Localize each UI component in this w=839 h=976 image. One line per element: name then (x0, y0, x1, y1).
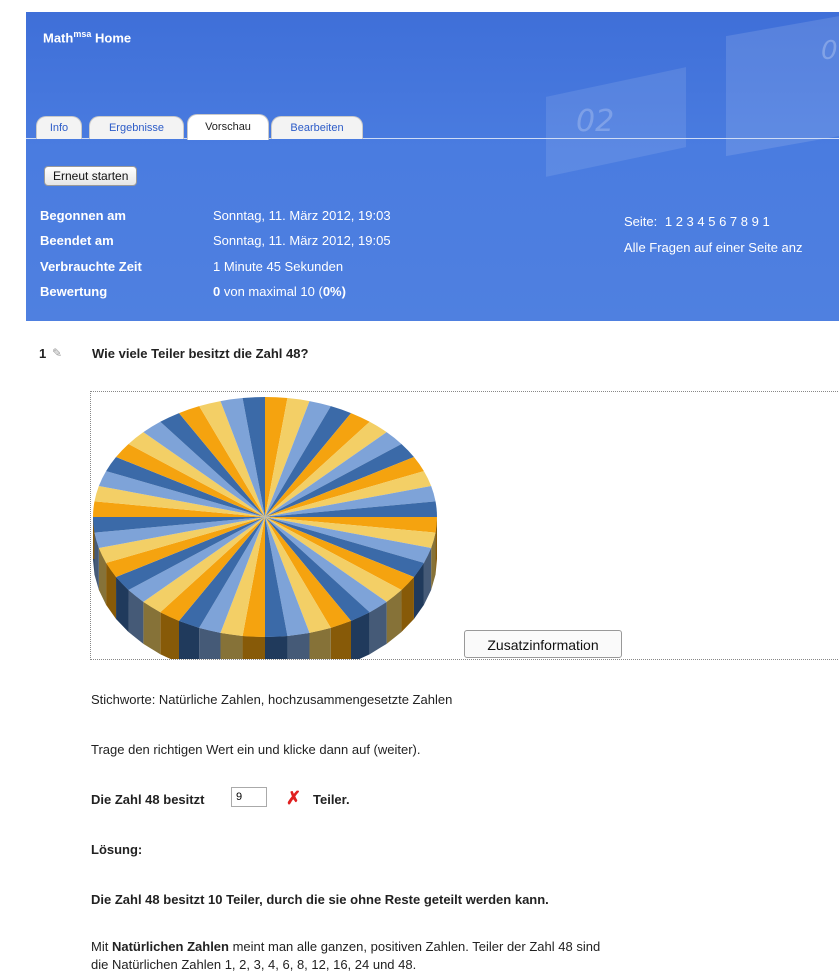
tab-vorschau[interactable]: Vorschau (187, 114, 269, 140)
grade-label: Bewertung (40, 284, 108, 299)
tab-bar: Info Ergebnisse Vorschau Bearbeiten (26, 112, 839, 140)
solution-label: Lösung: (91, 842, 143, 857)
question-text: Wie viele Teiler besitzt die Zahl 48? (92, 346, 309, 361)
keywords-text: Stichworte: Natürliche Zahlen, hochzusam… (91, 692, 453, 707)
cross-icon: ✗ (286, 788, 302, 808)
brand-superscript: msa (73, 29, 92, 39)
restart-button[interactable]: Erneut starten (44, 166, 138, 186)
decorative-text: 0 (821, 36, 838, 66)
brand-home: Home (94, 30, 132, 46)
home-link[interactable]: Mathmsa Home (43, 29, 131, 45)
header-banner: 02 0 Mathmsa Home Info Ergebnisse Vorsch… (26, 12, 839, 321)
page-links[interactable]: 1 2 3 4 5 6 7 8 9 1 (665, 214, 770, 229)
time-label: Verbrauchte Zeit (40, 259, 142, 274)
tab-ergebnisse[interactable]: Ergebnisse (89, 116, 184, 139)
show-all-questions-link[interactable]: Alle Fragen auf einer Seite anz (624, 240, 803, 255)
pie-side-segment (309, 627, 331, 659)
grade-rest: von maximal 10 ( (220, 284, 323, 299)
tab-info[interactable]: Info (36, 116, 82, 139)
pie-illustration (93, 397, 437, 659)
grade-percent: 0% (322, 284, 342, 299)
instruction-text: Trage den richtigen Wert ein und klicke … (91, 742, 421, 757)
ended-value: Sonntag, 11. März 2012, 19:05 (213, 233, 391, 248)
pie-side-segment (220, 632, 243, 659)
brand-name: Math (43, 30, 74, 46)
ended-label: Beendet am (40, 233, 114, 248)
question-figure: Zusatzinformation (90, 391, 839, 660)
answer-input[interactable] (231, 787, 267, 807)
pager-label: Seite: (624, 214, 658, 229)
begun-label: Begonnen am (40, 208, 126, 223)
additional-info-button[interactable]: Zusatzinformation (464, 630, 622, 658)
tab-bearbeiten[interactable]: Bearbeiten (271, 116, 363, 139)
pie-side-segment (265, 635, 288, 659)
grade-value: 0 von maximal 10 (0%) (213, 284, 346, 299)
explanation-line-1: Mit Natürlichen Zahlen meint man alle ga… (91, 939, 600, 954)
pie-side-segment (199, 627, 221, 659)
pencil-icon[interactable]: ✎ (52, 346, 62, 360)
begun-value: Sonntag, 11. März 2012, 19:03 (213, 208, 391, 223)
page-navigation: Seite: 1 2 3 4 5 6 7 8 9 1 (624, 214, 770, 229)
explanation-prefix: Mit (91, 939, 112, 954)
answer-prefix: Die Zahl 48 besitzt (91, 792, 205, 807)
time-value: 1 Minute 45 Sekunden (213, 259, 344, 274)
solution-text: Die Zahl 48 besitzt 10 Teiler, durch die… (91, 892, 549, 907)
explanation-suffix: meint man alle ganzen, positiven Zahlen.… (228, 939, 601, 954)
answer-line: Die Zahl 48 besitzt ✗ Teiler. (91, 787, 350, 808)
question-number: 1 (39, 346, 47, 361)
grade-close: ) (341, 284, 346, 299)
explanation-line-2: die Natürlichen Zahlen 1, 2, 3, 4, 6, 8,… (91, 957, 417, 972)
answer-suffix: Teiler. (313, 792, 350, 807)
pie-side-segment (287, 632, 310, 659)
explanation-term: Natürlichen Zahlen (111, 939, 229, 954)
pie-side-segment (242, 635, 265, 659)
